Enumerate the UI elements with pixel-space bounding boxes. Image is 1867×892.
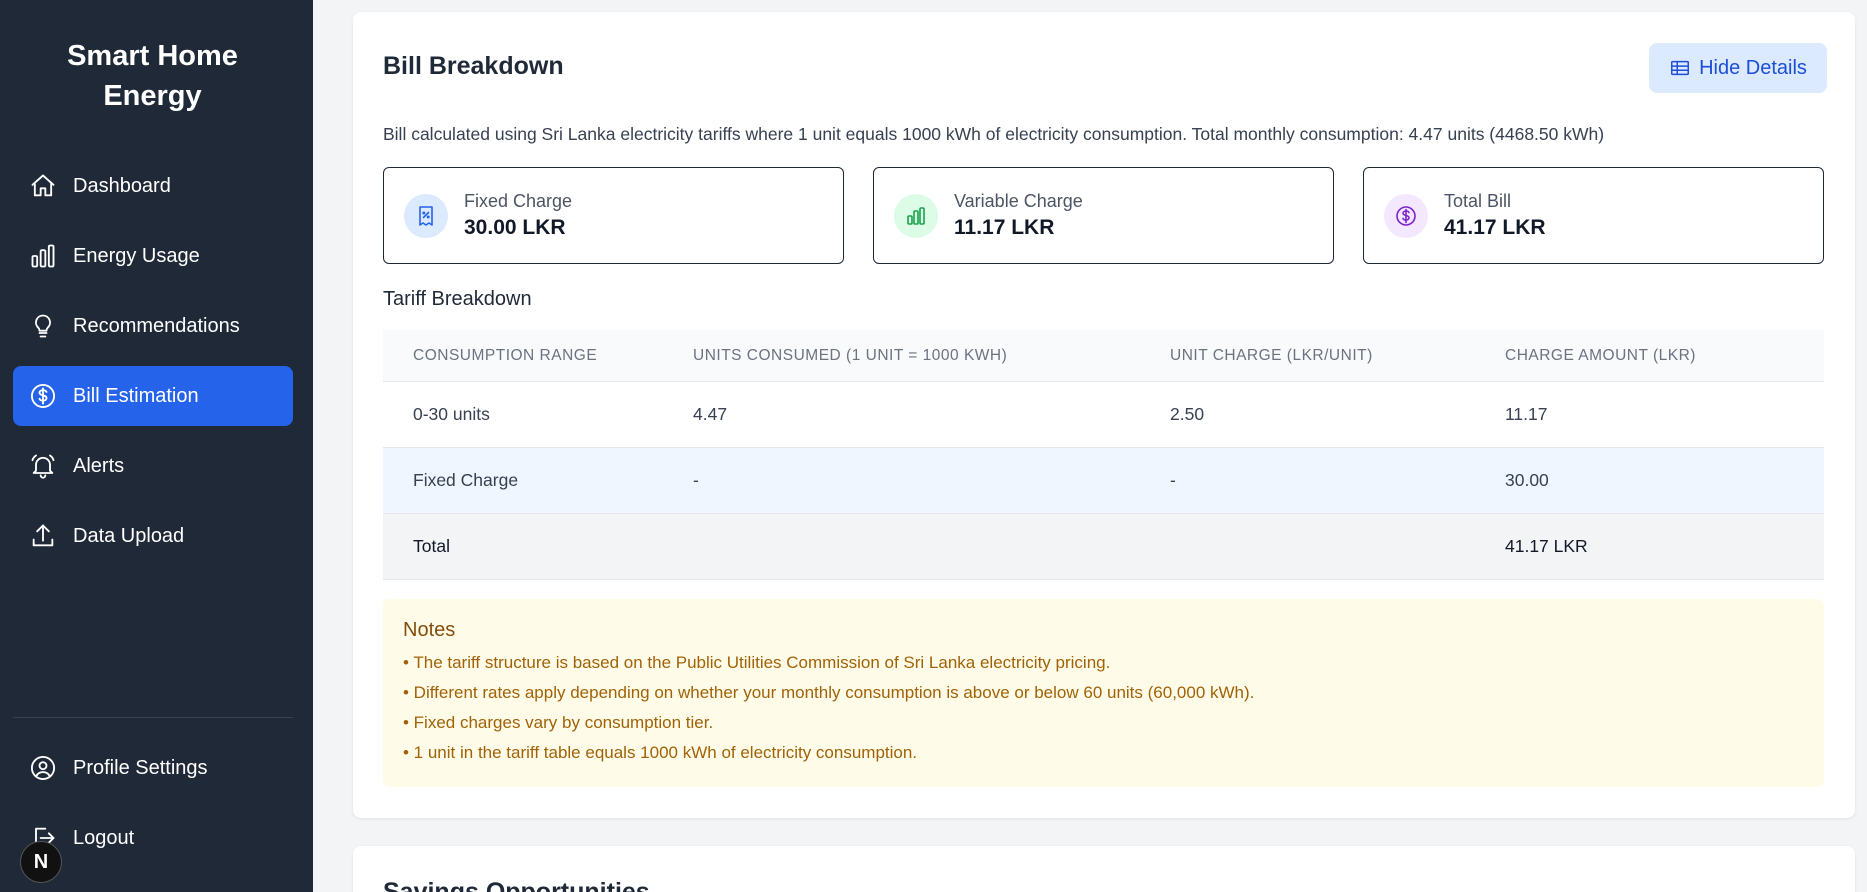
table-cell: Total	[413, 536, 450, 556]
sidebar-item-dashboard[interactable]: Dashboard	[13, 156, 293, 216]
column-header: CHARGE AMOUNT (LKR)	[1505, 346, 1696, 364]
bill-description: Bill calculated using Sri Lanka electric…	[383, 124, 1605, 144]
hide-details-button[interactable]: Hide Details	[1649, 43, 1827, 93]
sidebar-item-label: Logout	[73, 826, 135, 849]
column-header: UNIT CHARGE (LKR/UNIT)	[1170, 346, 1373, 364]
bell-icon	[29, 452, 57, 480]
summary-label: Total Bill	[1444, 191, 1512, 211]
sidebar: Smart Home Energy Dashboard Energy Usage…	[0, 0, 313, 892]
tariff-table: CONSUMPTION RANGE UNITS CONSUMED (1 UNIT…	[383, 330, 1824, 580]
sidebar-item-label: Data Upload	[73, 524, 185, 547]
savings-opportunities-title: Savings Opportunities	[383, 878, 650, 892]
sidebar-item-profile-settings[interactable]: Profile Settings	[13, 738, 293, 798]
notes-box: Notes • The tariff structure is based on…	[383, 599, 1824, 787]
bill-breakdown-title: Bill Breakdown	[383, 52, 564, 80]
table-cell: 4.47	[693, 404, 728, 424]
sidebar-item-label: Alerts	[73, 454, 125, 477]
table-header-row: CONSUMPTION RANGE UNITS CONSUMED (1 UNIT…	[383, 330, 1824, 382]
table-cell: Fixed Charge	[413, 470, 519, 490]
table-cell: 2.50	[1170, 404, 1205, 424]
sidebar-item-recommendations[interactable]: Recommendations	[13, 296, 293, 356]
sidebar-item-data-upload[interactable]: Data Upload	[13, 506, 293, 566]
table-cell: 30.00	[1505, 470, 1549, 490]
note-item: • The tariff structure is based on the P…	[403, 653, 1111, 672]
table-total-row: Total 41.17 LKR	[383, 514, 1824, 580]
user-circle-icon	[29, 754, 57, 782]
brand-line-2: Energy	[103, 80, 202, 112]
bill-breakdown-card: Bill Breakdown Hide Details Bill calcula…	[353, 12, 1855, 818]
sidebar-item-energy-usage[interactable]: Energy Usage	[13, 226, 293, 286]
bar-chart-icon	[29, 242, 57, 270]
savings-opportunities-card: Savings Opportunities	[353, 846, 1855, 892]
dollar-circle-icon	[1384, 193, 1428, 238]
column-header: CONSUMPTION RANGE	[413, 346, 598, 364]
table-cell: -	[693, 470, 699, 490]
app-brand: Smart Home Energy	[0, 36, 305, 116]
sidebar-item-label: Recommendations	[73, 314, 240, 337]
notes-title: Notes	[403, 619, 456, 641]
sidebar-item-label: Energy Usage	[73, 244, 200, 267]
note-item: • Different rates apply depending on whe…	[403, 683, 1255, 702]
sidebar-item-label: Bill Estimation	[73, 384, 199, 407]
tariff-breakdown-title: Tariff Breakdown	[383, 288, 532, 310]
note-item: • 1 unit in the tariff table equals 1000…	[403, 743, 918, 762]
table-cell: -	[1170, 470, 1176, 490]
sidebar-nav: Dashboard Energy Usage Recommendations B…	[13, 156, 293, 576]
table-cell: 41.17 LKR	[1505, 536, 1588, 556]
receipt-icon	[404, 193, 448, 238]
table-row: 0-30 units 4.47 2.50 11.17	[383, 382, 1824, 448]
sidebar-item-label: Profile Settings	[73, 756, 208, 779]
table-icon	[1671, 60, 1690, 76]
sidebar-item-label: Dashboard	[73, 174, 171, 197]
summary-value: 30.00 LKR	[464, 216, 566, 239]
upload-icon	[29, 522, 57, 550]
note-item: • Fixed charges vary by consumption tier…	[403, 713, 714, 732]
summary-value: 11.17 LKR	[954, 216, 1055, 239]
dollar-circle-icon	[29, 382, 57, 410]
column-header: UNITS CONSUMED (1 UNIT = 1000 KWH)	[693, 346, 1008, 364]
summary-label: Fixed Charge	[464, 191, 573, 211]
sidebar-item-bill-estimation[interactable]: Bill Estimation	[13, 366, 293, 426]
bar-chart-icon	[894, 193, 938, 238]
summary-label: Variable Charge	[954, 191, 1083, 211]
lightbulb-icon	[29, 312, 57, 340]
fixed-charge-summary: Fixed Charge 30.00 LKR	[383, 167, 844, 264]
table-cell: 0-30 units	[413, 404, 490, 424]
home-icon	[29, 172, 57, 200]
sidebar-item-alerts[interactable]: Alerts	[13, 436, 293, 496]
summary-value: 41.17 LKR	[1444, 216, 1546, 239]
total-bill-summary: Total Bill 41.17 LKR	[1363, 167, 1824, 264]
framework-badge[interactable]: N	[20, 841, 62, 883]
hide-details-label: Hide Details	[1699, 56, 1807, 79]
brand-line-1: Smart Home	[67, 40, 238, 72]
variable-charge-summary: Variable Charge 11.17 LKR	[873, 167, 1334, 264]
table-row: Fixed Charge - - 30.00	[383, 448, 1824, 514]
table-cell: 11.17	[1505, 404, 1548, 424]
sidebar-divider	[13, 717, 293, 718]
